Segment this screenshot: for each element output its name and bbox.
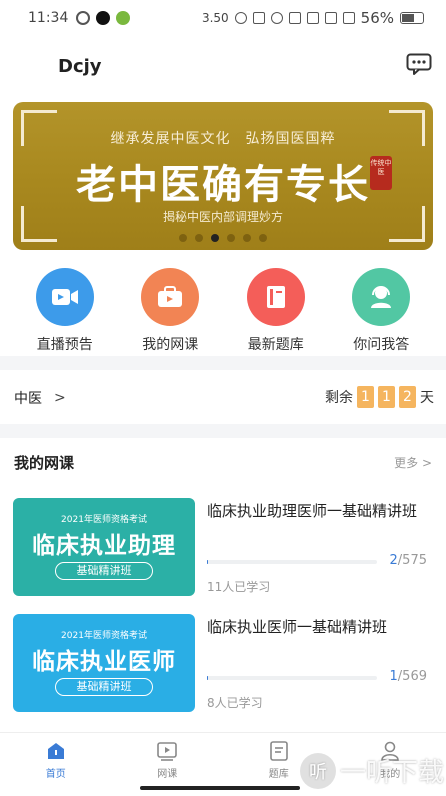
chevron-right-icon: >	[421, 456, 432, 470]
countdown-digit: 1	[357, 386, 374, 408]
section-title: 我的网课	[14, 454, 75, 472]
thumb-caption: 2021年医师资格考试	[61, 631, 147, 641]
chevron-right-icon[interactable]: >	[54, 390, 66, 406]
course-thumbnail: 2021年医师资格考试临床执业助理基础精讲班	[13, 498, 195, 596]
thumb-badge: 基础精讲班	[55, 562, 153, 580]
banner-section: 继承发展中医文化 弘扬国医国粹 老中医确有专长 传统中医 揭秘中医内部调理妙方	[0, 98, 446, 258]
mute-icon	[306, 12, 319, 24]
subject-selector[interactable]: 中医	[14, 388, 42, 408]
message-icon[interactable]	[406, 53, 432, 75]
tiktok-icon	[96, 11, 111, 25]
course-thumbnail: 2021年医师资格考试临床执业医师基础精讲班	[13, 614, 195, 712]
carousel-dot[interactable]	[259, 234, 267, 242]
app-notification-icon	[76, 11, 91, 25]
battery-percent: 56%	[360, 9, 394, 27]
carousel-dot[interactable]	[195, 234, 203, 242]
brand-title: Dcjy	[58, 56, 102, 77]
shortcut-item[interactable]: 你问我答	[331, 258, 431, 356]
countdown-digit: 2	[399, 386, 416, 408]
progress-done: 1	[389, 669, 398, 684]
course-progress-bar	[207, 560, 377, 564]
play-icon	[156, 740, 178, 762]
home-icon	[45, 740, 67, 762]
thumb-badge: 基础精讲班	[55, 678, 153, 696]
subject-bar: 中医 > 剩余 1 1 2 天	[0, 370, 446, 424]
battery-icon	[400, 12, 424, 24]
carousel-dot[interactable]	[179, 234, 187, 242]
watermark-logo-icon: 听	[299, 752, 336, 789]
progress-total: /569	[397, 669, 427, 684]
shortcut-label: 最新题库	[247, 337, 304, 353]
tab-label: 首页	[45, 769, 66, 780]
network-speed: 3.50	[201, 11, 229, 25]
home-indicator[interactable]	[140, 786, 300, 790]
document-icon	[268, 740, 290, 762]
more-link[interactable]: 更多 >	[394, 454, 432, 471]
briefcase-icon	[141, 268, 200, 326]
shortcut-label: 我的网课	[142, 337, 199, 353]
thumb-caption: 2021年医师资格考试	[61, 515, 147, 525]
app-notification-icon	[116, 11, 131, 25]
course-progress-text: 1/569	[390, 669, 427, 684]
progress-fill	[207, 560, 208, 564]
banner-seal: 传统中医	[370, 156, 392, 190]
countdown-digit: 1	[378, 386, 395, 408]
shortcut-item[interactable]: 最新题库	[226, 258, 326, 356]
alarm-icon	[234, 12, 247, 24]
book-icon	[246, 268, 305, 326]
hotspot-icon	[270, 12, 283, 24]
status-time: 11:34	[28, 10, 69, 26]
course-title: 临床执业助理医师一基础精讲班	[207, 502, 418, 520]
shortcut-grid: 直播预告 我的网课 最新题库 你问我答	[0, 258, 446, 356]
more-label: 更多	[394, 456, 419, 470]
site-watermark: 听 一听下载	[299, 752, 444, 789]
headset-icon	[352, 268, 411, 326]
tab-label: 网课	[157, 769, 178, 780]
live-video-icon	[35, 268, 94, 326]
status-bar: 11:34 3.50 56%	[0, 0, 446, 36]
banner-tagline: 揭秘中医内部调理妙方	[162, 210, 283, 224]
bluetooth-icon	[252, 12, 265, 24]
notification-icons	[76, 11, 131, 25]
countdown-prefix: 剩余	[325, 390, 353, 406]
progress-total: /575	[397, 553, 427, 568]
course-progress-text: 2/575	[390, 553, 427, 568]
watermark-text: 一听下载	[339, 758, 444, 788]
shortcut-label: 你问我答	[353, 337, 410, 353]
exam-countdown: 剩余 1 1 2 天	[325, 386, 434, 408]
promo-banner[interactable]: 继承发展中医文化 弘扬国医国粹 老中医确有专长 传统中医 揭秘中医内部调理妙方	[13, 102, 433, 250]
carousel-dot[interactable]	[227, 234, 235, 242]
course-title: 临床执业医师一基础精讲班	[207, 618, 388, 636]
carousel-dot[interactable]	[243, 234, 251, 242]
status-right: 3.50 56%	[202, 9, 424, 27]
tab-label: 题库	[268, 769, 289, 780]
signal-icon	[324, 12, 337, 24]
carousel-indicator	[13, 234, 433, 242]
app-header: Dcjy	[0, 36, 446, 98]
shortcut-label: 直播预告	[36, 337, 93, 353]
shortcut-item[interactable]: 我的网课	[120, 258, 220, 356]
learner-count: 8人已学习	[207, 696, 263, 710]
signal-icon	[342, 12, 355, 24]
learner-count: 11人已学习	[207, 580, 271, 594]
progress-done: 2	[389, 553, 398, 568]
course-card[interactable]: 2021年医师资格考试 临床执业助理 基础精讲班 临床执业助理医师一基础精讲班 2/57…	[13, 498, 433, 598]
thumb-title: 临床执业医师	[32, 649, 176, 675]
shortcut-item[interactable]: 直播预告	[15, 258, 115, 356]
tab-home[interactable]: 首页	[0, 733, 112, 796]
banner-subtitle: 继承发展中医文化 弘扬国医国粹	[110, 131, 336, 147]
nfc-icon	[288, 12, 301, 24]
carousel-dot[interactable]	[211, 234, 219, 242]
countdown-suffix: 天	[420, 390, 434, 406]
course-card[interactable]: 2021年医师资格考试 临床执业医师 基础精讲班 临床执业医师一基础精讲班 1/569 8…	[13, 614, 433, 714]
my-courses-section: 我的网课 更多 > 2021年医师资格考试 临床执业助理 基础精讲班 临床执业助理医师…	[0, 438, 446, 732]
thumb-title: 临床执业助理	[32, 533, 176, 559]
course-progress-bar	[207, 676, 377, 680]
